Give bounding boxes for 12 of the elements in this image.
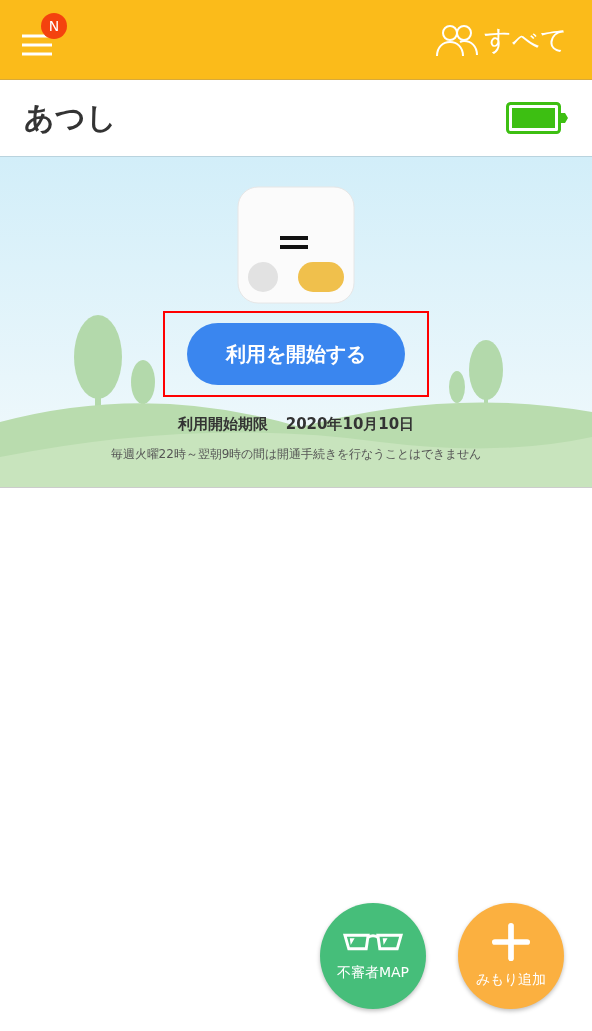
filter-label[interactable]: すべて bbox=[484, 21, 568, 58]
add-button[interactable]: みもり追加 bbox=[458, 903, 564, 1009]
menu-icon[interactable] bbox=[22, 32, 52, 57]
notice-text: 毎週火曜22時～翌朝9時の間は開通手続きを行なうことはできません bbox=[110, 446, 482, 463]
device-name: あつし bbox=[24, 98, 117, 137]
notification-badge: N bbox=[41, 12, 67, 39]
plus-icon bbox=[492, 923, 530, 961]
deadline-date: 2020年10月10日 bbox=[285, 415, 415, 434]
battery-icon bbox=[506, 102, 568, 134]
deadline-label: 利用開始期限 bbox=[177, 415, 268, 434]
map-button[interactable]: 不審者MAP bbox=[320, 903, 426, 1009]
start-button[interactable]: 利用を開始する bbox=[187, 323, 405, 385]
